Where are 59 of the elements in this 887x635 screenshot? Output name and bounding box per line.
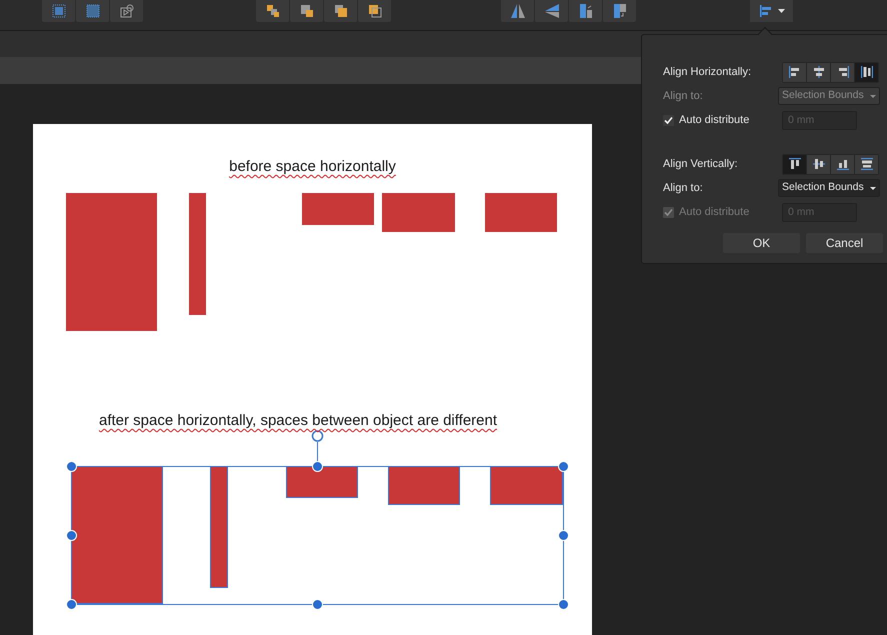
resize-handle[interactable] [558, 461, 569, 472]
align-option-button[interactable] [855, 62, 878, 82]
align-icon [858, 156, 874, 172]
toolbar-button[interactable] [76, 0, 109, 22]
grid-icon [50, 2, 68, 20]
caret-icon [870, 94, 876, 98]
rectangle-shape [286, 466, 358, 498]
resize-handle[interactable] [66, 461, 77, 472]
toolbar-button[interactable] [290, 0, 323, 22]
caret-icon [778, 9, 784, 13]
toolbar-button[interactable] [501, 0, 534, 22]
resize-handle[interactable] [312, 599, 323, 610]
checkbox-label: Auto distribute [679, 204, 750, 220]
flip-icon [542, 2, 560, 20]
flip-icon [508, 2, 526, 20]
toolbar-button[interactable] [569, 0, 602, 22]
resize-handle[interactable] [558, 599, 569, 610]
toolbar-button[interactable] [42, 0, 75, 22]
field-label: Align to: [663, 180, 703, 196]
rectangle-shape [302, 193, 374, 225]
grid-icon [84, 2, 102, 20]
dialog-button[interactable]: Cancel [806, 233, 883, 253]
toolbar-button[interactable] [603, 0, 636, 22]
field-label: Align to: [663, 88, 703, 104]
resize-handle[interactable] [558, 530, 569, 541]
toolbar-button[interactable] [110, 0, 143, 22]
resize-handle[interactable] [66, 530, 77, 541]
caret-icon [870, 186, 876, 190]
align-option-button[interactable] [807, 154, 830, 174]
section-label: Align Horizontally: [663, 64, 752, 80]
rotation-handle[interactable] [312, 430, 324, 442]
align-icon [810, 156, 826, 172]
align-option-button[interactable] [855, 154, 878, 174]
toolbar-button[interactable] [256, 0, 289, 22]
align-dropdown-button[interactable] [750, 0, 793, 22]
text-caption: after space horizontally, spaces between object are different [99, 412, 498, 429]
dialog-button[interactable]: OK [723, 233, 800, 253]
rectangle-shape [388, 466, 460, 505]
align-option-button[interactable] [783, 154, 806, 174]
align-option-button[interactable] [783, 62, 806, 82]
checkbox-label: Auto distribute [679, 112, 750, 128]
align-option-button[interactable] [831, 62, 854, 82]
align-icon [786, 156, 802, 172]
align-option-button[interactable] [807, 62, 830, 82]
resize-handle[interactable] [312, 461, 323, 472]
align-icon [858, 64, 874, 80]
resize-handle[interactable] [66, 599, 77, 610]
toolbar-button[interactable] [324, 0, 357, 22]
rotation-handle-line [317, 442, 318, 462]
section-label: Align Vertically: [663, 156, 738, 172]
align-left-icon [758, 4, 772, 18]
toolbar-button[interactable] [358, 0, 391, 22]
rectangle-shape [485, 193, 557, 232]
transform-icon [118, 2, 136, 20]
toolbar-button[interactable] [535, 0, 568, 22]
checkbox[interactable] [663, 114, 674, 126]
align-option-button[interactable] [831, 154, 854, 174]
text-caption: before space horizontally [229, 158, 396, 175]
align-to-dropdown[interactable]: Selection Bounds [778, 179, 880, 197]
